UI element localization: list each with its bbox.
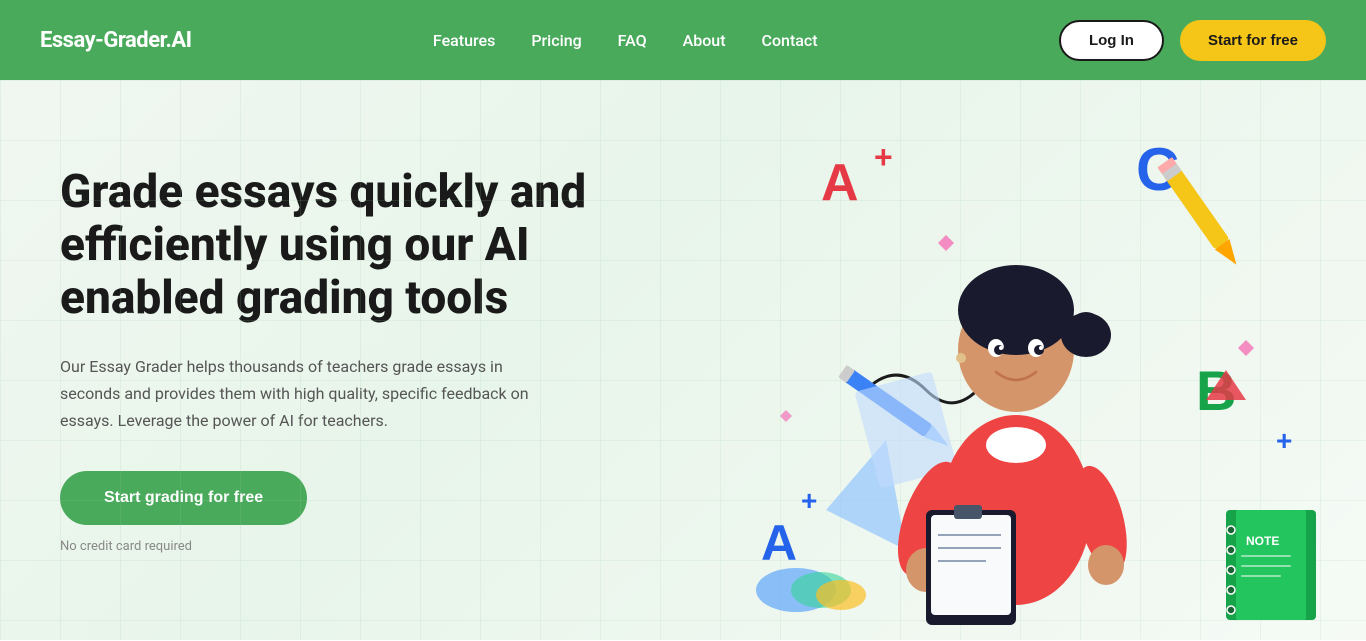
svg-text:NOTE: NOTE <box>1246 534 1279 548</box>
hero-description: Our Essay Grader helps thousands of teac… <box>60 353 560 435</box>
hero-illustration: A + C B A + + <box>666 80 1366 640</box>
nav-about[interactable]: About <box>683 31 726 50</box>
hero-section: Grade essays quickly and efficiently usi… <box>0 80 1366 640</box>
nav-features[interactable]: Features <box>433 31 495 50</box>
login-button[interactable]: Log In <box>1059 20 1164 61</box>
nav-contact[interactable]: Contact <box>762 31 818 50</box>
nav-links: Features Pricing FAQ About Contact <box>433 31 818 50</box>
svg-text:A: A <box>761 515 797 571</box>
hero-credit-text: No credit card required <box>60 539 640 554</box>
svg-text:+: + <box>874 139 893 175</box>
hero-title: Grade essays quickly and efficiently usi… <box>60 166 640 325</box>
nav-pricing[interactable]: Pricing <box>531 31 581 50</box>
hero-content: Grade essays quickly and efficiently usi… <box>60 166 640 553</box>
start-button[interactable]: Start for free <box>1180 20 1326 61</box>
navbar-actions: Log In Start for free <box>1059 20 1326 61</box>
hero-cta-button[interactable]: Start grading for free <box>60 471 307 525</box>
logo[interactable]: Essay-Grader.AI <box>40 28 192 53</box>
nav-faq[interactable]: FAQ <box>618 31 647 50</box>
navbar: Essay-Grader.AI Features Pricing FAQ Abo… <box>0 0 1366 80</box>
svg-text:+: + <box>801 485 817 516</box>
svg-text:A: A <box>821 154 859 212</box>
svg-text:+: + <box>1276 425 1292 456</box>
hero-svg: A + C B A + + <box>666 80 1346 640</box>
